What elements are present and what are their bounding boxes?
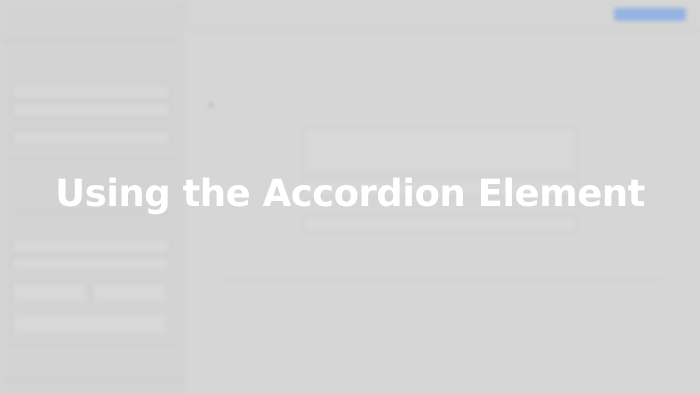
field-label [12, 68, 13, 74]
canvas-title [183, 59, 700, 69]
sidebar-header-action [167, 28, 168, 34]
setting-field [12, 102, 170, 118]
setting-field [12, 256, 170, 272]
accordion-body [312, 139, 568, 146]
panel-divider [8, 158, 174, 159]
video-thumbnail: Using the Accordion Element [0, 0, 700, 394]
setting-field [12, 312, 168, 336]
section-heading [12, 52, 13, 58]
nav-link [403, 12, 404, 18]
setting-field [12, 238, 170, 254]
side-dot [209, 103, 213, 107]
section-heading [12, 352, 13, 358]
nav-link [353, 12, 354, 18]
sidebar-footer [0, 380, 182, 394]
canvas-divider [223, 279, 660, 280]
sidebar-header [0, 0, 182, 41]
video-title: Using the Accordion Element [55, 172, 645, 215]
canvas-section-text [273, 349, 610, 357]
canvas-subtitle [273, 81, 610, 89]
cta-button [614, 8, 686, 21]
nav-link [483, 12, 484, 18]
accordion-item [303, 127, 577, 173]
sidebar-header-text [22, 12, 24, 20]
panel-divider [8, 344, 174, 345]
editor-header [183, 0, 700, 31]
brand-logo [197, 10, 199, 17]
section-heading [12, 222, 13, 228]
setting-field [12, 282, 88, 304]
canvas-section-title [183, 331, 700, 338]
setting-field [92, 282, 168, 304]
setting-field [12, 84, 170, 100]
setting-field [12, 130, 170, 146]
